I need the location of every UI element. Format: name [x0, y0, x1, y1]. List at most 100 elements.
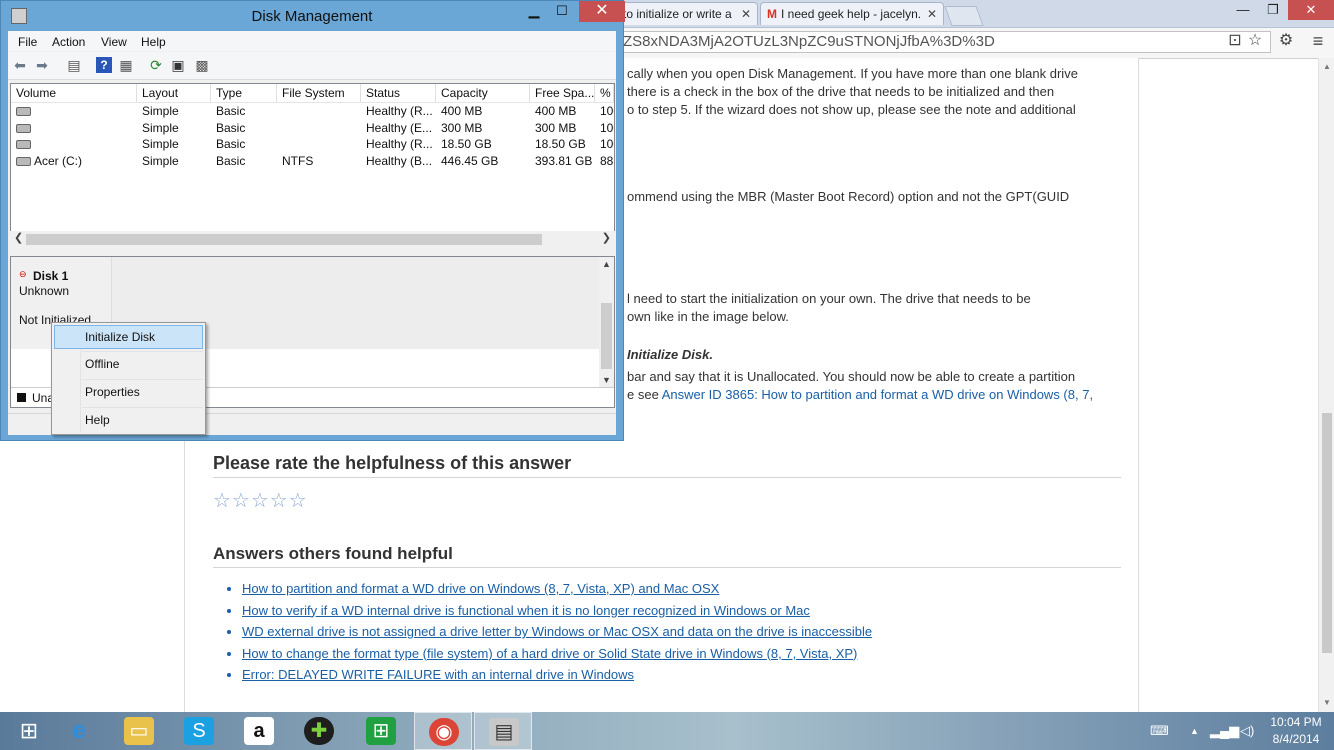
taskbar-xbox-game[interactable]: ✚	[290, 712, 348, 750]
drive-icon	[16, 156, 31, 166]
rescan-icon[interactable]: ▣	[170, 57, 186, 73]
help-icon[interactable]: ?	[96, 57, 112, 73]
chrome-menu-icon[interactable]: ≡	[1309, 32, 1327, 50]
divider	[213, 477, 1121, 478]
refresh-icon[interactable]: ⟳	[148, 57, 164, 73]
page-scrollbar[interactable]: ▲ ▼	[1318, 58, 1334, 712]
taskbar-disk-management[interactable]: ▤	[474, 712, 532, 750]
properties-icon[interactable]: ▦	[118, 57, 134, 73]
rating-stars[interactable]: ☆☆☆☆☆	[213, 488, 308, 513]
pct-cell: 100	[600, 104, 614, 118]
bookmark-star-icon[interactable]: ☆	[1246, 32, 1264, 50]
menu-item-initialize-disk[interactable]: Initialize Disk	[54, 325, 203, 349]
menu-view[interactable]: View	[101, 35, 127, 49]
browser-minimize-button[interactable]: —	[1228, 0, 1258, 20]
extension-icon[interactable]: ⚙	[1277, 32, 1295, 50]
related-link[interactable]: How to change the format type (file syst…	[242, 646, 857, 661]
scroll-right-icon[interactable]: ❯	[602, 231, 611, 244]
keyboard-icon[interactable]: ⌨	[1150, 723, 1169, 739]
clock-date[interactable]: 8/4/2014	[1266, 732, 1326, 746]
volume-row[interactable]: Simple Basic Healthy (R... 400 MB 400 MB…	[11, 103, 614, 119]
disk-view-vscrollbar[interactable]: ▲ ▼	[599, 257, 614, 387]
related-answers-list: How to partition and format a WD drive o…	[225, 578, 872, 686]
page-scroll-thumb[interactable]	[1322, 413, 1332, 653]
folder-icon: ▭	[124, 717, 154, 745]
browser-restore-button[interactable]: ❐	[1258, 0, 1288, 20]
type-cell: Basic	[216, 137, 246, 151]
scroll-up-icon[interactable]: ▲	[1323, 62, 1331, 71]
menu-action[interactable]: Action	[52, 35, 85, 49]
tab-wd-article[interactable]: to initialize or write a ✕	[616, 2, 758, 25]
new-tab-button[interactable]	[944, 6, 984, 26]
tab-close-icon[interactable]: ✕	[741, 3, 751, 25]
volume-cell: Acer (C:)	[11, 153, 137, 169]
clock-time[interactable]: 10:04 PM	[1266, 715, 1326, 729]
fs-cell	[277, 103, 361, 119]
related-title: Answers others found helpful	[213, 544, 453, 563]
related-item: How to verify if a WD internal drive is …	[242, 600, 872, 622]
column-status[interactable]: Status	[361, 84, 436, 102]
scroll-left-icon[interactable]: ❮	[14, 231, 23, 244]
taskbar-file-explorer[interactable]: ▭	[110, 712, 168, 750]
related-link[interactable]: WD external drive is not assigned a driv…	[242, 624, 872, 639]
fs-cell: NTFS	[282, 153, 314, 168]
hscroll-thumb[interactable]	[26, 234, 542, 245]
menu-item-properties[interactable]: Properties	[54, 380, 203, 404]
taskbar-amazon[interactable]: a	[230, 712, 288, 750]
column-layout[interactable]: Layout	[137, 84, 211, 102]
volume-row[interactable]: Simple Basic Healthy (R... 18.50 GB 18.5…	[11, 136, 614, 152]
taskbar-store[interactable]: ⊞	[352, 712, 410, 750]
drive-icon	[16, 140, 31, 150]
answer-link[interactable]: Answer ID 3865: How to partition and for…	[662, 387, 1093, 402]
column-free-space[interactable]: Free Spa...	[530, 84, 595, 102]
chrome-icon: ◉	[429, 718, 459, 746]
column-type[interactable]: Type	[211, 84, 277, 102]
close-button[interactable]: ✕	[579, 1, 625, 22]
article-line: own like in the image below.	[627, 309, 789, 324]
back-icon[interactable]: ⬅	[12, 57, 28, 73]
scroll-up-icon[interactable]: ▲	[602, 259, 611, 269]
taskbar-chrome[interactable]: ◉	[414, 712, 472, 750]
volume-row[interactable]: Acer (C:) Simple Basic NTFS Healthy (B..…	[11, 153, 614, 169]
menu-file[interactable]: File	[18, 35, 37, 49]
volume-list-hscrollbar[interactable]: ❮ ❯	[10, 231, 615, 247]
browser-close-button[interactable]: ✕	[1288, 0, 1334, 20]
network-icon[interactable]: ▂▄▆	[1210, 723, 1239, 739]
column-capacity[interactable]: Capacity	[436, 84, 530, 102]
tab-label: I need geek help - jacelyn.	[781, 7, 922, 21]
related-link[interactable]: How to partition and format a WD drive o…	[242, 581, 719, 596]
scroll-down-icon[interactable]: ▼	[1323, 698, 1331, 707]
settings-icon[interactable]: ▩	[194, 57, 210, 73]
menu-item-offline[interactable]: Offline	[54, 352, 203, 376]
window-titlebar[interactable]: Disk Management ▁ ☐ ✕	[1, 1, 625, 31]
taskbar-skype[interactable]: S	[170, 712, 228, 750]
tab-gmail[interactable]: M I need geek help - jacelyn. ✕	[760, 2, 944, 25]
minimize-button[interactable]: ▁	[521, 1, 547, 21]
scroll-down-icon[interactable]: ▼	[602, 375, 611, 385]
show-hide-tree-icon[interactable]: ▤	[66, 57, 82, 73]
forward-icon[interactable]: ➡	[34, 57, 50, 73]
status-cell: Healthy (R...	[366, 104, 433, 118]
article-line: bar and say that it is Unallocated. You …	[627, 369, 1076, 384]
column-percent-free[interactable]: % F	[595, 84, 614, 102]
fs-cell	[277, 120, 361, 136]
article-line: cally when you open Disk Management. If …	[627, 66, 1078, 81]
maximize-button[interactable]: ☐	[549, 1, 575, 21]
page-action-icon[interactable]: ⊡	[1226, 32, 1244, 50]
capacity-cell: 300 MB	[441, 120, 483, 135]
related-link[interactable]: How to verify if a WD internal drive is …	[242, 603, 810, 618]
related-link[interactable]: Error: DELAYED WRITE FAILURE with an int…	[242, 667, 634, 682]
column-volume[interactable]: Volume	[11, 84, 137, 102]
tab-close-icon[interactable]: ✕	[927, 3, 937, 25]
menu-item-help[interactable]: Help	[54, 408, 203, 432]
menu-help[interactable]: Help	[141, 35, 166, 49]
volume-list-header: Volume Layout Type File System Status Ca…	[11, 84, 614, 103]
url-input[interactable]: ZS8xNDA3MjA2OTUzL3NpZC9uSTNONjJfbA%3D%3D	[616, 31, 1271, 53]
column-file-system[interactable]: File System	[277, 84, 361, 102]
volume-row[interactable]: Simple Basic Healthy (E... 300 MB 300 MB…	[11, 120, 614, 136]
taskbar-internet-explorer[interactable]: e	[50, 712, 108, 750]
volume-icon[interactable]: ◁)	[1240, 723, 1254, 739]
free-cell: 300 MB	[535, 120, 577, 135]
show-hidden-icons-icon[interactable]: ▲	[1190, 726, 1199, 736]
disk-vscroll-thumb[interactable]	[601, 303, 612, 369]
